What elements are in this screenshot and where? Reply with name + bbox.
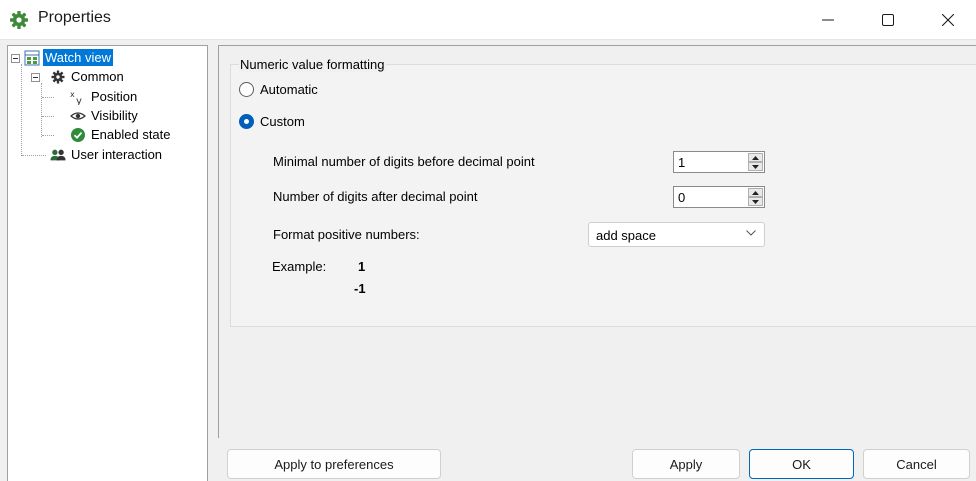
- svg-text:x: x: [70, 90, 75, 99]
- close-icon: [942, 14, 954, 26]
- apply-button[interactable]: Apply: [632, 449, 740, 479]
- tree-line: [22, 155, 46, 156]
- svg-text:y: y: [76, 96, 82, 105]
- minimize-button[interactable]: [798, 0, 858, 40]
- radio-circle[interactable]: [239, 82, 254, 97]
- tree-expander[interactable]: [11, 54, 20, 63]
- digits-after-stepper[interactable]: 0: [673, 186, 765, 208]
- digits-after-label: Number of digits after decimal point: [273, 189, 478, 204]
- tree-item-enabled-state[interactable]: Enabled state: [70, 125, 173, 144]
- stepper-value[interactable]: 0: [678, 190, 685, 205]
- radio-circle[interactable]: [239, 114, 254, 129]
- close-button[interactable]: [918, 0, 976, 40]
- tree-item-label: Enabled state: [91, 127, 171, 142]
- tree-item-visibility[interactable]: Visibility: [70, 106, 140, 125]
- radio-automatic[interactable]: Automatic: [239, 82, 318, 97]
- tree-expander[interactable]: [31, 73, 40, 82]
- tree-line: [21, 64, 22, 156]
- ok-button[interactable]: OK: [749, 449, 854, 479]
- tree-item-label: Position: [91, 89, 138, 104]
- stepper-down-button[interactable]: [748, 162, 763, 171]
- example-label: Example:: [272, 259, 327, 274]
- eye-icon: [70, 108, 86, 124]
- positive-format-select[interactable]: add space: [588, 222, 765, 247]
- tree-item-position[interactable]: x y Position: [70, 87, 139, 106]
- arrow-down-icon: [752, 199, 759, 204]
- tree-item-user-interaction[interactable]: User interaction: [50, 145, 164, 164]
- chevron-down-icon: [746, 230, 756, 236]
- radio-label: Automatic: [260, 82, 318, 97]
- positive-format-label: Format positive numbers:: [273, 227, 420, 242]
- select-value: add space: [596, 228, 656, 243]
- tree-item-label: User interaction: [71, 147, 163, 162]
- arrow-up-icon: [752, 190, 759, 195]
- maximize-button[interactable]: [858, 0, 918, 40]
- tree-item-label: Watch view: [43, 49, 113, 66]
- tree-item-label: Common: [71, 69, 124, 84]
- example-negative: -1: [354, 281, 366, 296]
- gear-icon: [50, 69, 66, 85]
- tree-item-label: Visibility: [91, 108, 138, 123]
- arrow-up-icon: [752, 155, 759, 160]
- title-bar: Properties: [0, 0, 976, 40]
- digits-before-stepper[interactable]: 1: [673, 151, 765, 173]
- radio-label: Custom: [260, 114, 305, 129]
- window-title: Properties: [38, 9, 111, 26]
- stepper-down-button[interactable]: [748, 197, 763, 206]
- stepper-up-button[interactable]: [748, 188, 763, 197]
- users-icon: [50, 147, 66, 163]
- minimize-icon: [822, 19, 834, 21]
- stepper-up-button[interactable]: [748, 153, 763, 162]
- group-title: Numeric value formatting: [239, 57, 386, 72]
- digits-before-label: Minimal number of digits before decimal …: [273, 154, 535, 169]
- tree-line: [41, 83, 42, 137]
- example-positive: 1: [358, 259, 366, 274]
- cancel-button[interactable]: Cancel: [863, 449, 970, 479]
- radio-custom[interactable]: Custom: [239, 114, 305, 129]
- arrow-down-icon: [752, 164, 759, 169]
- maximize-icon: [882, 14, 894, 26]
- watch-view-icon: [24, 50, 40, 66]
- tree-line: [42, 116, 54, 117]
- tree-item-common[interactable]: Common: [50, 67, 126, 86]
- check-circle-icon: [70, 127, 86, 143]
- xy-position-icon: x y: [70, 89, 86, 105]
- stepper-value[interactable]: 1: [678, 155, 685, 170]
- tree-line: [42, 97, 54, 98]
- gear-icon: [9, 10, 29, 30]
- apply-to-preferences-button[interactable]: Apply to preferences: [227, 449, 441, 479]
- tree-line: [42, 135, 54, 136]
- tree-item-watch-view[interactable]: Watch view: [24, 48, 113, 67]
